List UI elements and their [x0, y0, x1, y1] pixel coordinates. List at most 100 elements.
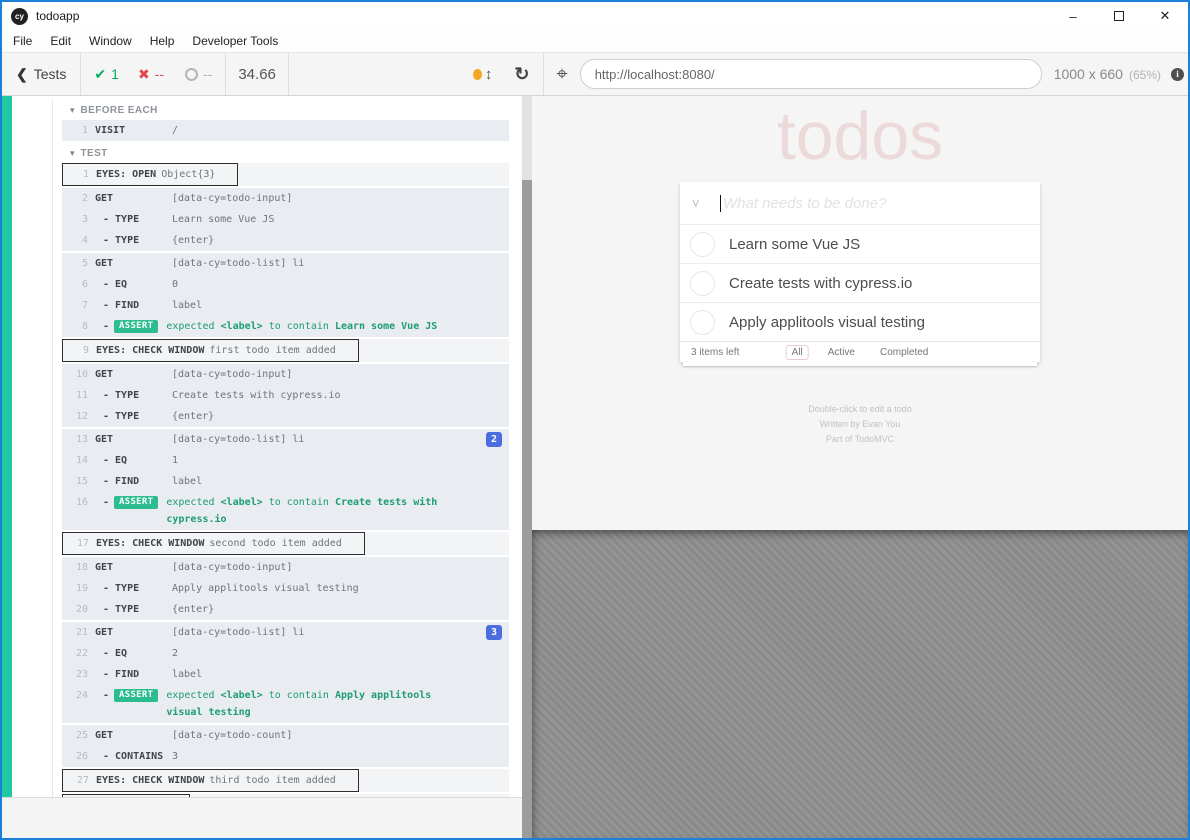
refresh-button[interactable]: ↻ — [500, 64, 543, 85]
command-name: - TYPE — [95, 230, 172, 251]
command-log: ▾BEFORE EACH1VISIT/▾TEST1EYES: OPENObjec… — [52, 100, 509, 797]
command-row[interactable]: 5GET[data-cy=todo-list] li — [62, 253, 509, 274]
command-number: 8 — [62, 316, 88, 337]
command-message: label — [172, 295, 202, 316]
assert-label: -ASSERT — [95, 492, 158, 513]
menu-item-developer-tools[interactable]: Developer Tools — [183, 34, 287, 48]
maximize-icon — [1114, 11, 1124, 21]
command-row[interactable]: 26- CONTAINS3 — [62, 746, 509, 767]
viewport-scale-indicator[interactable]: ↕ — [465, 66, 501, 83]
command-row[interactable]: 9EYES: CHECK WINDOWfirst todo item added — [62, 339, 509, 362]
command-content: 3- TYPELearn some Vue JS — [62, 209, 509, 230]
command-row[interactable]: 14- EQ1 — [62, 450, 509, 471]
command-row[interactable]: 11- TYPECreate tests with cypress.io — [62, 385, 509, 406]
menu-item-help[interactable]: Help — [141, 34, 184, 48]
command-row[interactable]: 23- FINDlabel — [62, 664, 509, 685]
menu-bar: FileEditWindowHelpDeveloper Tools — [2, 30, 1188, 52]
command-row[interactable]: 3- TYPELearn some Vue JS — [62, 209, 509, 230]
assert-expected: expected — [166, 321, 220, 332]
back-to-tests-button[interactable]: ❮ Tests — [2, 53, 80, 95]
command-row[interactable]: 24-ASSERTexpected <label> to contain App… — [62, 685, 509, 723]
info-icon[interactable]: i — [1171, 68, 1184, 81]
command-row[interactable]: 8-ASSERTexpected <label> to contain Lear… — [62, 316, 509, 337]
url-bar[interactable]: http://localhost:8080/ — [580, 59, 1042, 89]
section-header[interactable]: ▾BEFORE EACH — [62, 100, 509, 120]
command-number: 16 — [62, 492, 88, 513]
command-row[interactable]: 25GET[data-cy=todo-count] — [62, 725, 509, 746]
menu-item-edit[interactable]: Edit — [41, 34, 80, 48]
command-row[interactable]: 4- TYPE{enter} — [62, 230, 509, 251]
command-row[interactable]: 12- TYPE{enter} — [62, 406, 509, 427]
filter-completed[interactable]: Completed — [874, 345, 934, 360]
todo-checkbox-icon[interactable] — [690, 232, 715, 257]
window-title: todoapp — [36, 9, 79, 23]
todo-list: Learn some Vue JS Create tests with cypre… — [680, 224, 1040, 341]
close-button[interactable]: ✕ — [1142, 2, 1188, 30]
menu-item-file[interactable]: File — [4, 34, 41, 48]
filter-all[interactable]: All — [786, 345, 809, 360]
command-row[interactable]: 2GET[data-cy=todo-input] — [62, 188, 509, 209]
command-message: {enter} — [172, 406, 214, 427]
command-row[interactable]: 10GET[data-cy=todo-input] — [62, 364, 509, 385]
command-number: 7 — [62, 295, 88, 316]
command-message: Create tests with cypress.io — [172, 385, 341, 406]
selector-playground-button[interactable]: ⌖ — [544, 63, 579, 86]
command-number: 3 — [62, 209, 88, 230]
command-row[interactable]: 1EYES: OPENObject{3} — [62, 163, 509, 186]
text-cursor — [720, 195, 721, 212]
aut-panel: todos ˅ What needs to be done? Learn som… — [532, 96, 1188, 838]
command-name: GET — [95, 725, 172, 746]
command-content: 8-ASSERTexpected <label> to contain Lear… — [62, 316, 509, 337]
command-row[interactable]: 19- TYPEApply applitools visual testing — [62, 578, 509, 599]
todo-item: Learn some Vue JS — [680, 224, 1040, 263]
command-number: 2 — [62, 188, 88, 209]
scrollbar-thumb[interactable] — [522, 180, 532, 838]
command-row[interactable]: 17EYES: CHECK WINDOWsecond todo item add… — [62, 532, 509, 555]
minimize-button[interactable]: – — [1050, 2, 1096, 30]
info-line: Written by Evan You — [532, 417, 1188, 432]
command-row[interactable]: 27EYES: CHECK WINDOWthird todo item adde… — [62, 769, 509, 792]
command-number: 1 — [62, 120, 88, 141]
todo-item-label[interactable]: Learn some Vue JS — [729, 236, 860, 253]
new-todo-input[interactable]: ˅ What needs to be done? — [680, 182, 1040, 224]
command-content: 14- EQ1 — [62, 450, 509, 471]
filter-active[interactable]: Active — [822, 345, 861, 360]
menu-item-window[interactable]: Window — [80, 34, 141, 48]
command-name: EYES: CHECK WINDOW — [96, 533, 204, 554]
assert-expected: expected — [166, 497, 220, 508]
todo-checkbox-icon[interactable] — [690, 271, 715, 296]
test-passed-bar — [2, 96, 12, 797]
command-row[interactable]: 7- FINDlabel — [62, 295, 509, 316]
command-content: 9EYES: CHECK WINDOWfirst todo item added — [62, 339, 359, 362]
assert-label: -ASSERT — [95, 316, 158, 337]
command-row[interactable]: 15- FINDlabel — [62, 471, 509, 492]
command-row[interactable]: 21GET[data-cy=todo-list] li3 — [62, 622, 509, 643]
assert-target: <label> — [221, 690, 263, 701]
filters: All Active Completed — [786, 345, 935, 360]
maximize-button[interactable] — [1096, 2, 1142, 30]
command-message: 2 — [172, 643, 178, 664]
command-row[interactable]: 13GET[data-cy=todo-list] li2 — [62, 429, 509, 450]
toolbar-divider — [288, 53, 289, 95]
toolbar: ❮ Tests ✔ 1 ✖ -- -- 34.66 ↕ ↻ — [2, 52, 1188, 96]
todo-checkbox-icon[interactable] — [690, 310, 715, 335]
command-row[interactable]: 20- TYPE{enter} — [62, 599, 509, 620]
command-name: EYES: CHECK WINDOW — [96, 770, 204, 791]
command-message: 0 — [172, 274, 178, 295]
command-row[interactable]: 16-ASSERTexpected <label> to contain Cre… — [62, 492, 509, 530]
collapse-triangle-icon: ▾ — [70, 148, 75, 159]
reporter-scrollbar[interactable] — [522, 96, 532, 838]
command-row[interactable]: 18GET[data-cy=todo-input] — [62, 557, 509, 578]
command-name: GET — [95, 253, 172, 274]
todo-item: Apply applitools visual testing — [680, 302, 1040, 341]
todo-item-label[interactable]: Create tests with cypress.io — [729, 275, 912, 292]
empty-striped-area — [532, 530, 1188, 838]
command-row[interactable]: 6- EQ0 — [62, 274, 509, 295]
command-row[interactable]: 1VISIT/ — [62, 120, 509, 141]
toggle-all-chevron-icon[interactable]: ˅ — [692, 196, 714, 211]
command-row[interactable]: 22- EQ2 — [62, 643, 509, 664]
command-name: - FIND — [95, 664, 172, 685]
todo-item-label[interactable]: Apply applitools visual testing — [729, 314, 925, 331]
section-header[interactable]: ▾TEST — [62, 143, 509, 163]
command-content: 25GET[data-cy=todo-count] — [62, 725, 509, 746]
